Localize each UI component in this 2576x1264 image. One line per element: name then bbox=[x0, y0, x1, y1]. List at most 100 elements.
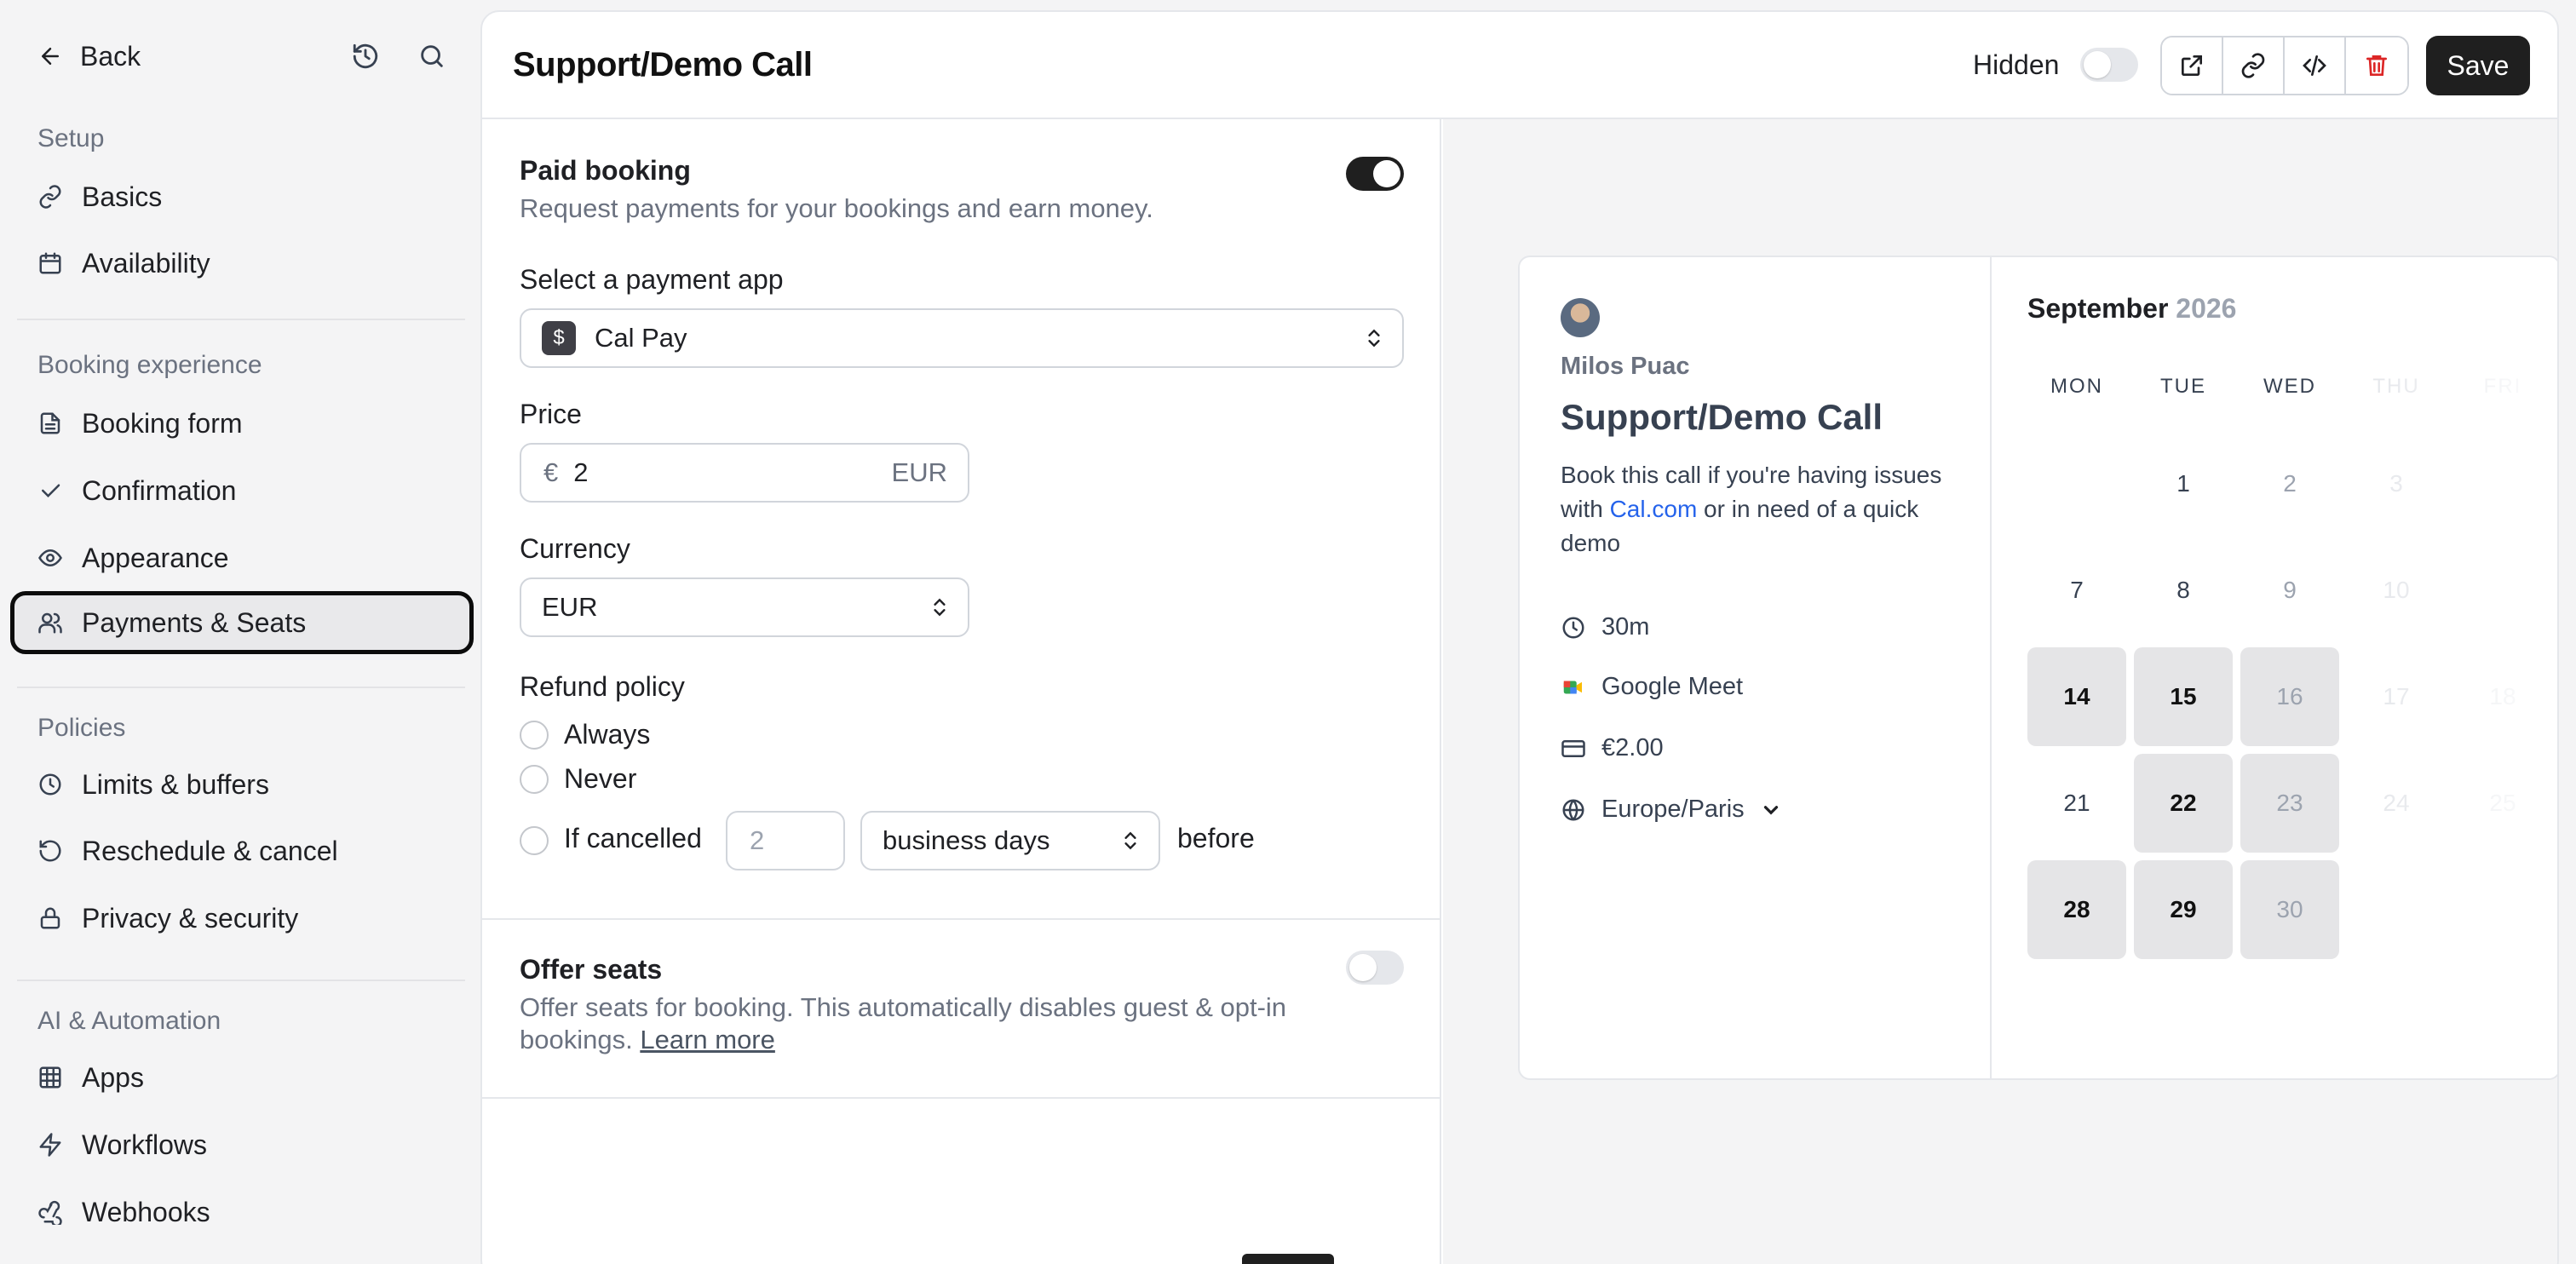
sidebar-item-appearance[interactable]: Appearance bbox=[17, 526, 469, 589]
calendar-day[interactable]: 16 bbox=[2240, 647, 2339, 746]
arrow-left-icon bbox=[42, 48, 59, 65]
group-setup: Setup bbox=[37, 124, 105, 152]
divider bbox=[17, 980, 465, 981]
currency-symbol: € bbox=[543, 457, 559, 487]
weekday-mon: MON bbox=[2050, 375, 2103, 398]
check-icon bbox=[42, 484, 60, 498]
duration: 30m bbox=[1561, 613, 1649, 641]
sidebar-item-basics[interactable]: Basics bbox=[17, 165, 469, 228]
sidebar-item-privacy[interactable]: Privacy & security bbox=[17, 887, 469, 950]
refund-always-radio[interactable] bbox=[520, 721, 549, 750]
embed-button[interactable] bbox=[2285, 37, 2346, 94]
refund-unit-value: business days bbox=[883, 825, 1050, 855]
calendar-day: 21 bbox=[2063, 790, 2090, 816]
sidebar-item-limits[interactable]: Limits & buffers bbox=[17, 753, 469, 816]
month-label: September bbox=[2027, 293, 2169, 324]
header: Support/Demo Call Hidden Save bbox=[482, 12, 2557, 119]
sidebar-item-workflows[interactable]: Workflows bbox=[17, 1113, 469, 1176]
offer-seats-text: Offer seats for booking. This automatica… bbox=[520, 992, 1287, 1054]
sidebar-item-reschedule[interactable]: Reschedule & cancel bbox=[17, 819, 469, 882]
cal-pay-icon: $ bbox=[542, 321, 576, 355]
price-label: €2.00 bbox=[1601, 734, 1664, 761]
preview-button[interactable] bbox=[2162, 37, 2223, 94]
currency-select[interactable]: EUR bbox=[520, 577, 969, 637]
history-icon[interactable] bbox=[351, 42, 380, 71]
sidebar-item-confirmation[interactable]: Confirmation bbox=[17, 459, 469, 522]
year-label: 2026 bbox=[2176, 293, 2237, 324]
sidebar-item-label: Basics bbox=[82, 181, 163, 212]
page-title: Support/Demo Call bbox=[513, 46, 813, 83]
location-label: Google Meet bbox=[1601, 673, 1744, 700]
clock-icon bbox=[1562, 617, 1584, 638]
paid-booking-toggle[interactable] bbox=[1346, 157, 1404, 191]
calendar-day[interactable]: 29 bbox=[2134, 860, 2233, 959]
calendar-day[interactable]: 15 bbox=[2134, 647, 2233, 746]
sidebar-item-label: Webhooks bbox=[82, 1196, 210, 1227]
price-input[interactable]: € 2 EUR bbox=[520, 443, 969, 503]
sidebar-item-label: Reschedule & cancel bbox=[82, 835, 338, 866]
external-link-icon bbox=[2182, 55, 2202, 76]
refund-unit-select[interactable]: business days bbox=[860, 811, 1160, 870]
price-label: Price bbox=[520, 399, 582, 429]
payment-app-select[interactable]: $ Cal Pay bbox=[520, 308, 1404, 368]
calendar-day[interactable]: 28 bbox=[2027, 860, 2126, 959]
calendar-day: 1 bbox=[2176, 470, 2190, 497]
lock-icon bbox=[40, 907, 60, 929]
price-suffix: EUR bbox=[891, 457, 947, 487]
back-button[interactable]: Back bbox=[37, 41, 141, 72]
sidebar-item-label: Confirmation bbox=[82, 474, 237, 506]
history-icon bbox=[39, 840, 61, 862]
credit-card-icon bbox=[1561, 739, 1585, 757]
search-icon[interactable] bbox=[417, 42, 446, 71]
calendar-day: 2 bbox=[2283, 470, 2297, 497]
scroll-handle[interactable] bbox=[1242, 1254, 1334, 1264]
avatar bbox=[1561, 298, 1600, 337]
calendar-day[interactable]: 14 bbox=[2027, 647, 2126, 746]
refund-days-input[interactable]: 2 bbox=[726, 811, 845, 870]
sidebar-item-label: Apps bbox=[82, 1061, 144, 1093]
sidebar-item-booking-form[interactable]: Booking form bbox=[17, 392, 469, 455]
sidebar-item-payments-seats[interactable]: Payments & Seats bbox=[10, 591, 474, 654]
chevron-updown-icon bbox=[1368, 329, 1380, 348]
weekday-tue: TUE bbox=[2160, 375, 2206, 398]
sidebar-item-label: Privacy & security bbox=[82, 902, 299, 934]
cal-link[interactable]: Cal.com bbox=[1610, 496, 1698, 522]
users-icon bbox=[38, 612, 62, 634]
eye-icon bbox=[38, 549, 62, 567]
offer-seats-description: Offer seats for booking. This automatica… bbox=[520, 991, 1329, 1056]
sidebar-item-availability[interactable]: Availability bbox=[17, 232, 469, 295]
chevron-updown-icon bbox=[1124, 831, 1136, 850]
copy-link-button[interactable] bbox=[2223, 37, 2285, 94]
offer-seats-toggle[interactable] bbox=[1346, 951, 1404, 985]
clock-icon bbox=[39, 773, 61, 796]
calendar-day: 8 bbox=[2176, 577, 2190, 603]
divider bbox=[482, 1097, 1441, 1099]
calendar-day: 7 bbox=[2070, 577, 2084, 603]
link-icon bbox=[39, 185, 61, 209]
calendar-day: 9 bbox=[2283, 577, 2297, 603]
price-value: 2 bbox=[573, 457, 589, 487]
delete-button[interactable] bbox=[2346, 37, 2407, 94]
payments-form: Paid booking Request payments for your b… bbox=[482, 119, 1441, 1264]
refund-always-label: Always bbox=[564, 719, 651, 750]
calendar-day[interactable]: 23 bbox=[2240, 754, 2339, 853]
refund-label: Refund policy bbox=[520, 671, 685, 702]
group-policies: Policies bbox=[37, 714, 126, 742]
save-button[interactable]: Save bbox=[2426, 36, 2530, 95]
payment-app-label: Select a payment app bbox=[520, 264, 784, 295]
timezone-select[interactable]: Europe/Paris bbox=[1561, 796, 1782, 824]
sidebar-item-webhooks[interactable]: Webhooks bbox=[17, 1181, 469, 1244]
refund-if-cancelled-radio[interactable] bbox=[520, 826, 549, 855]
refund-after-label: before bbox=[1177, 823, 1255, 853]
calendar-day[interactable]: 22 bbox=[2134, 754, 2233, 853]
sidebar-item-apps[interactable]: Apps bbox=[17, 1046, 469, 1109]
hidden-toggle[interactable] bbox=[2080, 48, 2138, 82]
sidebar-item-label: Limits & buffers bbox=[82, 768, 269, 800]
calendar-day[interactable]: 30 bbox=[2240, 860, 2339, 959]
learn-more-link[interactable]: Learn more bbox=[640, 1025, 775, 1054]
hidden-label: Hidden bbox=[1973, 49, 2060, 80]
location: Google Meet bbox=[1561, 673, 1743, 701]
trash-icon bbox=[2366, 55, 2387, 76]
refund-never-radio[interactable] bbox=[520, 765, 549, 794]
booking-preview: Milos Puac Support/Demo Call Book this c… bbox=[1443, 119, 2557, 1264]
